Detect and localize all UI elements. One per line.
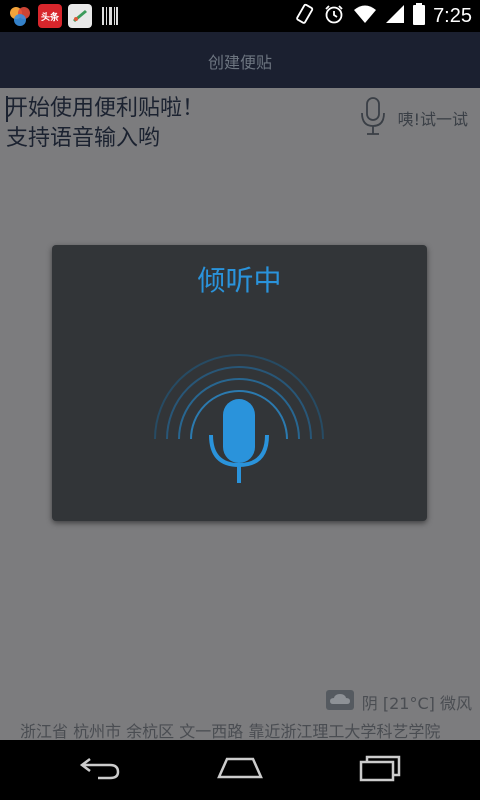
wifi-icon xyxy=(353,4,377,28)
note-line-2: 支持语音输入哟 xyxy=(6,126,161,151)
note-text-field[interactable]: 开始使用便利贴啦！ 支持语音输入哟 xyxy=(6,94,336,154)
clock: 7:25 xyxy=(433,4,472,27)
listening-microphone-icon xyxy=(149,317,329,501)
system-indicators: 7:25 xyxy=(293,0,472,32)
weather-info: 阴 [21°C] 微风 xyxy=(325,690,472,714)
page-title: 创建便贴 xyxy=(207,53,272,72)
green-app-icon xyxy=(68,4,92,28)
note-line-1: 开始使用便利贴啦！ xyxy=(6,96,205,121)
navigation-bar xyxy=(0,740,480,800)
voice-try-label: 咦!试一试 xyxy=(397,110,468,129)
back-icon xyxy=(78,755,122,785)
listening-dialog[interactable]: 倾听中 xyxy=(52,245,427,521)
dialog-title: 倾听中 xyxy=(197,264,282,297)
toutiao-news-icon: 头条 xyxy=(38,4,62,28)
home-icon xyxy=(215,755,265,785)
cloud-icon xyxy=(325,690,354,714)
recent-apps-icon xyxy=(357,754,403,786)
home-button[interactable] xyxy=(210,754,270,786)
location-address: 浙江省 杭州市 余杭区 文一西路 靠近浙江理工大学科艺学院 xyxy=(20,722,441,741)
weather-text: 阴 [21°C] 微风 xyxy=(361,694,472,713)
toutiao-label: 头条 xyxy=(40,12,59,23)
voice-input-button[interactable]: 咦!试一试 xyxy=(358,96,468,140)
notification-icons: 头条 xyxy=(8,4,122,28)
status-bar: 头条 7:25 xyxy=(0,0,480,32)
microphone-icon xyxy=(358,96,388,140)
phone-rotate-icon xyxy=(293,3,315,29)
title-bar: 创建便贴 xyxy=(0,32,480,88)
battery-icon xyxy=(413,3,426,29)
recent-apps-button[interactable] xyxy=(350,754,410,786)
signal-icon xyxy=(385,4,405,28)
colorful-bubbles-icon xyxy=(8,4,32,28)
alarm-icon xyxy=(323,3,345,29)
barcode-icon xyxy=(98,4,122,28)
back-button[interactable] xyxy=(70,754,130,786)
